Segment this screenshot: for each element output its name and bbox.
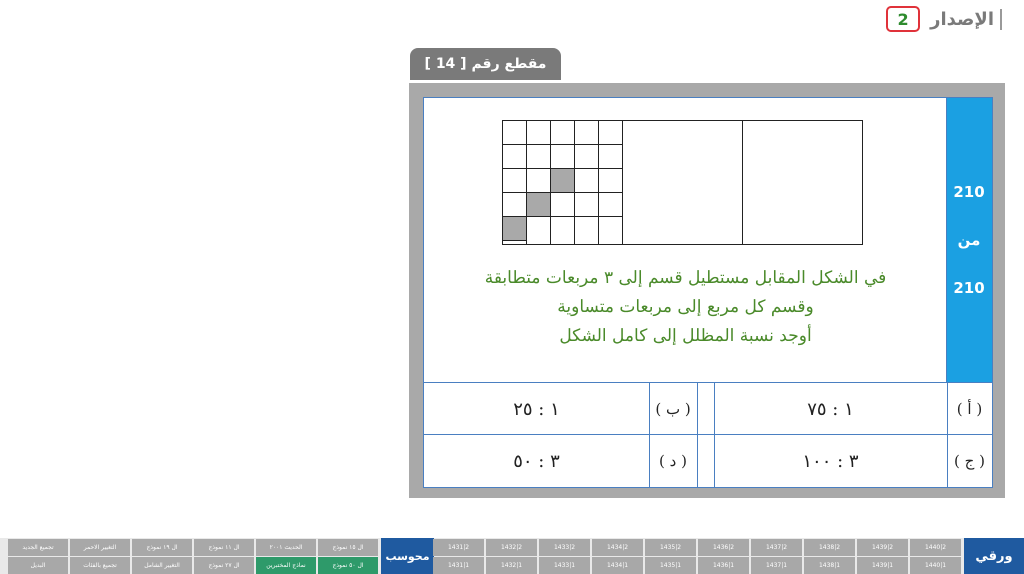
answers-divider — [697, 382, 698, 487]
year-cell[interactable]: 1438|2 — [804, 539, 855, 556]
year-cell[interactable]: 1434|1 — [592, 557, 643, 574]
model-cell[interactable]: ال ٥٠ نموذج — [318, 557, 378, 574]
question-line: أوجد نسبة المظلل إلى كامل الشكل — [559, 326, 812, 346]
year-cell[interactable]: 1431|2 — [433, 539, 484, 556]
year-cell[interactable]: 1435|2 — [645, 539, 696, 556]
year-cell[interactable]: 1432|2 — [486, 539, 537, 556]
answers-divider — [714, 382, 715, 487]
model-cell[interactable]: التغيير الاحمر — [70, 539, 130, 556]
year-cell[interactable]: 1440|1 — [910, 557, 961, 574]
answer-option-d[interactable]: ٣ : ٥٠ — [424, 435, 649, 487]
year-cell[interactable]: 1437|2 — [751, 539, 802, 556]
answers-divider — [649, 382, 650, 487]
counter-total: 210 — [953, 279, 985, 297]
model-cell[interactable]: ال ١٥ نموذج — [318, 539, 378, 556]
edition-header: الإصدار 2 — [886, 6, 1002, 32]
edition-number[interactable]: 2 — [886, 6, 921, 32]
shaded-cell — [526, 192, 551, 217]
question-card: 210 من 210 في الشكل المقابل مستطيل قسم إ… — [423, 97, 993, 488]
model-cell[interactable]: ال ١٩ نموذج — [132, 539, 192, 556]
year-cell[interactable]: 1440|2 — [910, 539, 961, 556]
question-area: في الشكل المقابل مستطيل قسم إلى ٣ مربعات… — [424, 98, 947, 382]
model-cell[interactable]: البديل — [8, 557, 68, 574]
question-text: في الشكل المقابل مستطيل قسم إلى ٣ مربعات… — [424, 264, 947, 351]
answer-option-a[interactable]: ١ : ٧٥ — [714, 383, 947, 435]
year-cell[interactable]: 1436|2 — [698, 539, 749, 556]
paper-button[interactable]: ورقي — [964, 538, 1024, 574]
question-line: وقسم كل مربع إلى مربعات متساوية — [557, 297, 814, 317]
answer-letter-d: ( د ) — [659, 452, 687, 470]
year-cell[interactable]: 1432|1 — [486, 557, 537, 574]
model-cell[interactable]: تجميع الجديد — [8, 539, 68, 556]
year-cell[interactable]: 1433|2 — [539, 539, 590, 556]
shaded-cell — [550, 168, 575, 193]
answers-divider — [947, 382, 948, 487]
model-cell[interactable]: الحديث ٢٠٠١ — [256, 539, 316, 556]
shaded-cell — [502, 216, 527, 241]
year-cell[interactable]: 1433|1 — [539, 557, 590, 574]
year-cell[interactable]: 1438|1 — [804, 557, 855, 574]
answers-grid: ( أ ) ١ : ٧٥ ( ب ) ١ : ٢٥ ( ج ) ٣ : ١٠٠ … — [424, 382, 992, 487]
computer-button[interactable]: محوسب — [381, 538, 434, 574]
bottom-nav: ورقي محوسب 1440|2 1440|1 1439|2 1439|1 1438|… — [0, 538, 1024, 574]
model-cell[interactable]: نماذج المختبرين — [256, 557, 316, 574]
answer-row: ( ج ) ٣ : ١٠٠ ( د ) ٣ : ٥٠ — [424, 435, 992, 487]
answer-row: ( أ ) ١ : ٧٥ ( ب ) ١ : ٢٥ — [424, 383, 992, 435]
year-cell[interactable]: 1436|1 — [698, 557, 749, 574]
year-cell[interactable]: 1431|1 — [433, 557, 484, 574]
rectangle-figure — [502, 120, 864, 246]
counter-sep: من — [957, 231, 981, 249]
question-line: في الشكل المقابل مستطيل قسم إلى ٣ مربعات… — [484, 268, 887, 288]
model-cell[interactable]: تجميع بالفئات — [70, 557, 130, 574]
counter-current: 210 — [953, 183, 985, 201]
section-tab: مقطع رقم [ 14 ] — [410, 48, 561, 80]
year-cell[interactable]: 1435|1 — [645, 557, 696, 574]
answer-letter-a: ( أ ) — [956, 400, 983, 418]
year-cell[interactable]: 1434|2 — [592, 539, 643, 556]
model-cell[interactable]: التغيير الشامل — [132, 557, 192, 574]
answer-option-c[interactable]: ٣ : ١٠٠ — [714, 435, 947, 487]
answer-letter-b: ( ب ) — [655, 400, 691, 418]
answer-option-b[interactable]: ١ : ٢٥ — [424, 383, 649, 435]
question-counter: 210 من 210 — [946, 98, 992, 382]
year-cell[interactable]: 1439|2 — [857, 539, 908, 556]
model-cell[interactable]: ال ٢٧ نموذج — [194, 557, 254, 574]
model-cell[interactable]: ال ١١ نموذج — [194, 539, 254, 556]
edition-label: الإصدار — [930, 8, 1002, 30]
question-panel: 210 من 210 في الشكل المقابل مستطيل قسم إ… — [409, 83, 1005, 498]
answer-letter-c: ( ج ) — [954, 452, 985, 470]
year-cell[interactable]: 1437|1 — [751, 557, 802, 574]
year-cell[interactable]: 1439|1 — [857, 557, 908, 574]
